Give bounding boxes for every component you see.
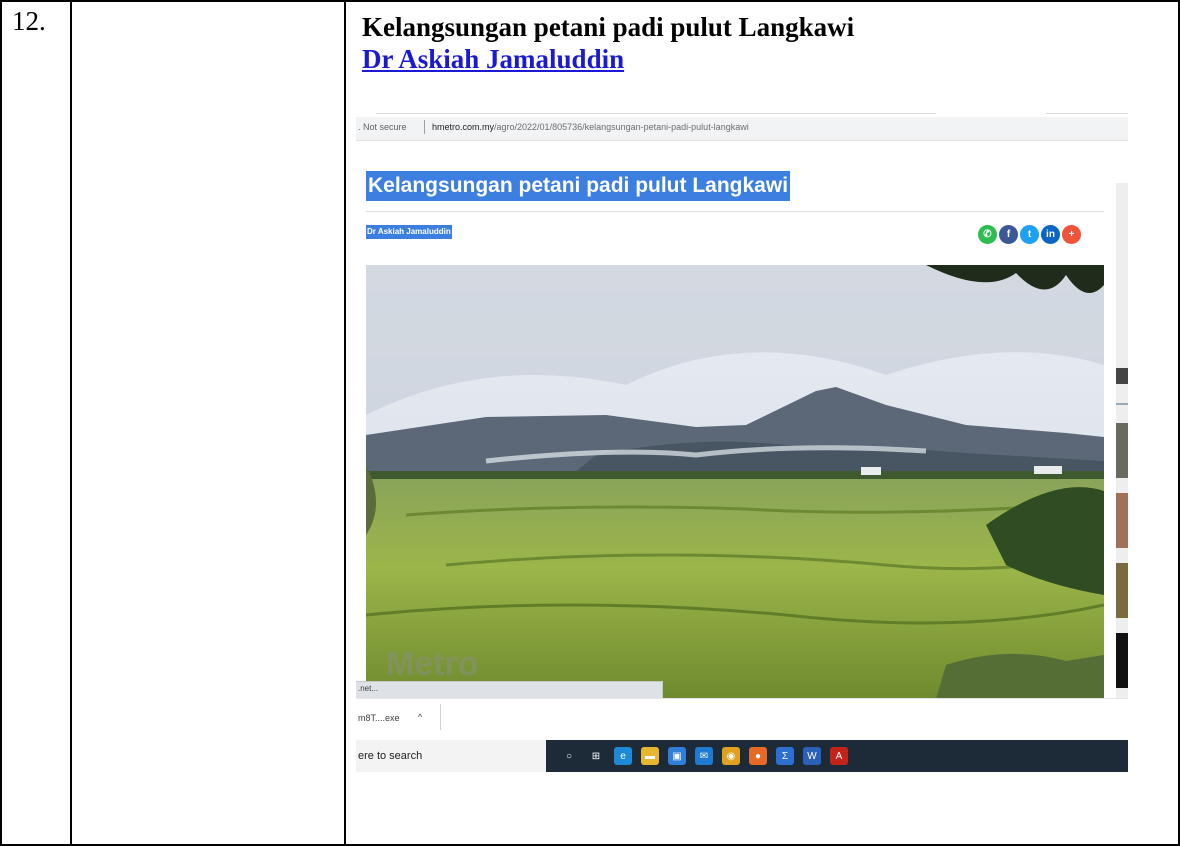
cortana-icon[interactable]: ○ [560,747,578,765]
url-path: /agro/2022/01/805736/kelangsungan-petani… [494,122,749,132]
store-icon[interactable]: ▣ [668,747,686,765]
taskbar-apps: ○ ⊞ e ▬ ▣ ✉ ◉ ● Σ W A [560,740,848,772]
whatsapp-icon[interactable]: ✆ [978,225,997,244]
title-divider [366,211,1104,212]
status-bar: .net... [356,681,663,698]
article-photo: Metro [366,265,1104,699]
download-bar: m8T....exe ^ [356,698,1128,737]
mail-icon[interactable]: ✉ [695,747,713,765]
more-share-icon[interactable]: + [1062,225,1081,244]
web-page: Kelangsungan petani padi pulut Langkawi … [356,141,1128,713]
row-number: 12. [12,6,46,36]
status-text: .net... [358,684,379,693]
table-left-border [0,0,2,846]
article-title: Kelangsungan petani padi pulut Langkawi [366,171,791,201]
twitter-icon[interactable]: t [1020,225,1039,244]
chevron-up-icon[interactable]: ^ [418,712,422,722]
entry-title: Kelangsungan petani padi pulut Langkawi [362,12,855,42]
address-bar[interactable]: . Not secure hmetro.com.my/agro/2022/01/… [356,117,1128,141]
share-buttons: ✆ f t in + [978,225,1081,244]
photo-watermark: Metro [386,645,479,683]
browser-tab-strip [356,108,1128,116]
table-top-border [0,0,1180,2]
edge-icon[interactable]: e [614,747,632,765]
url-domain: hmetro.com.my [432,122,495,132]
file-explorer-icon[interactable]: ▬ [641,747,659,765]
page-sidebar [1116,183,1128,713]
chrome-icon[interactable]: ◉ [722,747,740,765]
firefox-icon[interactable]: ● [749,747,767,765]
rice-field-landscape-image: Metro [366,265,1104,699]
table-col-divider-1 [70,0,72,846]
author-link[interactable]: Dr Askiah Jamaluddin [362,44,624,75]
sigma-icon[interactable]: Σ [776,747,794,765]
not-secure-indicator[interactable]: . Not secure [358,122,407,132]
article-author[interactable]: Dr Askiah Jamaluddin [366,225,452,239]
windows-taskbar: ere to search ○ ⊞ e ▬ ▣ ✉ ◉ ● Σ W A [356,740,1128,772]
facebook-icon[interactable]: f [999,225,1018,244]
taskbar-search-placeholder: ere to search [358,750,423,762]
table-col-divider-2 [344,0,346,846]
task-view-icon[interactable]: ⊞ [587,747,605,765]
download-item[interactable]: m8T....exe [358,713,400,723]
taskbar-search[interactable]: ere to search [356,740,546,772]
acrobat-icon[interactable]: A [830,747,848,765]
download-divider [440,704,441,730]
address-divider [424,120,425,134]
url-text[interactable]: hmetro.com.my/agro/2022/01/805736/kelang… [432,122,749,132]
embedded-screenshot: . Not secure hmetro.com.my/agro/2022/01/… [356,108,1128,774]
linkedin-icon[interactable]: in [1041,225,1060,244]
word-icon[interactable]: W [803,747,821,765]
